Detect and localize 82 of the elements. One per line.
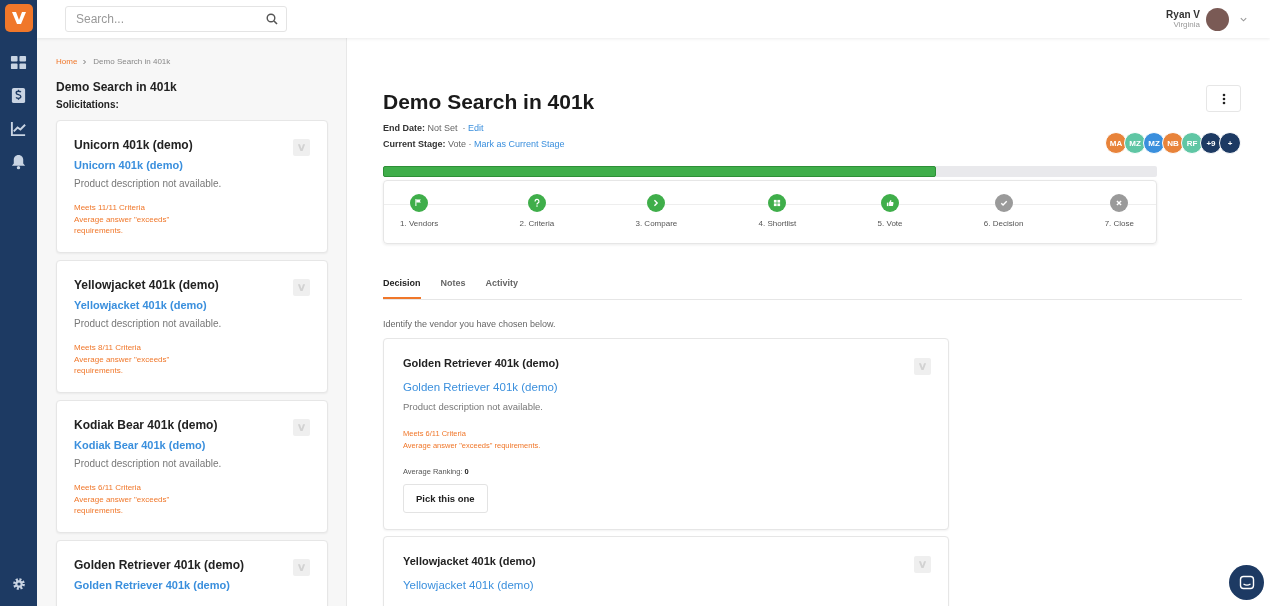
line-chart-icon[interactable] <box>10 120 27 137</box>
user-name: Ryan V <box>1166 9 1200 20</box>
dashboard-icon[interactable] <box>10 54 27 71</box>
v-logo-icon <box>918 362 927 371</box>
bell-icon[interactable] <box>10 153 27 170</box>
search-icon <box>266 13 278 25</box>
app-logo[interactable] <box>4 4 33 32</box>
answer-summary: Average answer "exceeds" requirements. <box>74 493 171 517</box>
criteria-summary: Meets 6/11 Criteria <box>74 482 142 494</box>
section-label: Solicitations: <box>56 99 120 110</box>
breadcrumb-link[interactable]: Home <box>56 57 78 66</box>
v-logo-icon <box>918 560 927 569</box>
v-logo-icon <box>297 563 306 572</box>
solicitation-card[interactable]: Yellowjacket 401k (demo) Yellowjacket 401k (demo) Product description not available. Meets 8/11 Criteria Average answer "exceeds" requirements. <box>56 260 328 393</box>
vendor-link[interactable]: Yellowjacket 401k (demo) <box>403 579 534 591</box>
vendor-link[interactable]: Golden Retriever 401k (demo) <box>403 381 558 393</box>
vendor-title: Yellowjacket 401k (demo) <box>403 555 536 567</box>
step-marker[interactable] <box>410 194 429 212</box>
step-marker[interactable] <box>768 194 787 212</box>
vendor-link[interactable]: Golden Retriever 401k (demo) <box>74 579 230 591</box>
v-logo-icon <box>297 423 306 432</box>
mark-stage-link[interactable]: Mark as Current Stage <box>474 139 565 149</box>
solicitation-card[interactable]: Golden Retriever 401k (demo) Golden Retriever 401k (demo) <box>56 540 328 606</box>
vendor-link[interactable]: Kodiak Bear 401k (demo) <box>74 439 206 451</box>
step-label: 7. Close <box>1104 219 1134 228</box>
page-title: Demo Search in 401k <box>56 80 178 94</box>
product-description: Product description not available. <box>74 318 223 329</box>
search-title: Demo Search in 401k <box>383 90 595 114</box>
solicitation-card[interactable]: Kodiak Bear 401k (demo) Kodiak Bear 401k (demo) Product description not available. Meets 6/11 Criteria Average answer "exceeds" requirements. <box>56 400 328 533</box>
kebab-menu-icon <box>1221 92 1226 105</box>
step-marker[interactable] <box>1110 194 1129 212</box>
step-marker[interactable] <box>527 194 546 212</box>
tab[interactable]: Notes <box>440 276 466 299</box>
v-logo-icon <box>297 283 306 292</box>
step-label: 4. Shortlist <box>758 219 797 228</box>
product-description: Product description not available. <box>74 458 223 469</box>
dollar-icon[interactable] <box>10 87 27 104</box>
end-date-line: End Date: Not Set · Edit <box>383 122 485 135</box>
vendor-title: Unicorn 401k (demo) <box>74 138 193 152</box>
step-label: 1. Vendors <box>400 219 439 228</box>
vendor-title: Yellowjacket 401k (demo) <box>74 278 219 292</box>
user-avatar[interactable] <box>1206 7 1229 31</box>
answer-summary: Average answer "exceeds" requirements. <box>74 213 171 237</box>
step-marker[interactable] <box>881 194 900 212</box>
chevron-right-icon <box>82 58 89 65</box>
search-field[interactable]: Search... <box>65 6 287 32</box>
edit-link[interactable]: Edit <box>468 123 484 133</box>
member-avatar[interactable]: MZ <box>1124 132 1146 154</box>
member-avatar[interactable]: MA <box>1105 132 1127 154</box>
tab[interactable]: Activity <box>485 276 519 299</box>
step-label: 3. Compare <box>635 219 678 228</box>
step-label: 6. Decision <box>983 219 1024 228</box>
member-avatar[interactable]: + <box>1219 132 1241 154</box>
product-description: Product description not available. <box>403 401 544 412</box>
step-marker[interactable] <box>994 194 1013 212</box>
step-marker[interactable] <box>647 194 666 212</box>
criteria-summary: Meets 11/11 Criteria <box>74 202 146 214</box>
member-avatar[interactable]: MZ <box>1143 132 1165 154</box>
pick-button[interactable]: Pick this one <box>403 484 488 513</box>
chat-icon <box>1238 574 1255 591</box>
instruction-text: Identify the vendor you have chosen below. <box>383 319 557 329</box>
vendor-title: Kodiak Bear 401k (demo) <box>74 418 218 432</box>
current-stage-line: Current Stage: Vote · Mark as Current Stage <box>383 138 566 151</box>
v-logo-icon <box>297 143 306 152</box>
answer-summary: Average answer "exceeds" requirements. <box>74 353 171 377</box>
member-avatar[interactable]: NB <box>1162 132 1184 154</box>
v-logo-icon <box>9 9 28 27</box>
step-label: 5. Vote <box>877 219 903 228</box>
user-location: Virginia <box>1173 20 1200 29</box>
vendor-link[interactable]: Yellowjacket 401k (demo) <box>74 299 207 311</box>
breadcrumb-current: Demo Search in 401k <box>93 57 171 66</box>
member-avatar[interactable]: +9 <box>1200 132 1222 154</box>
vendor-link[interactable]: Unicorn 401k (demo) <box>74 159 183 171</box>
vendor-title: Golden Retriever 401k (demo) <box>74 558 245 572</box>
product-description: Product description not available. <box>74 178 223 189</box>
vendor-title: Golden Retriever 401k (demo) <box>403 357 559 369</box>
member-avatar[interactable]: RF <box>1181 132 1203 154</box>
criteria-summary: Meets 8/11 Criteria <box>74 342 142 354</box>
tab[interactable]: Decision <box>383 276 421 299</box>
step-label: 2. Criteria <box>519 219 555 228</box>
settings-icon[interactable] <box>10 576 27 592</box>
solicitation-card[interactable]: Unicorn 401k (demo) Unicorn 401k (demo) Product description not available. Meets 11/11 Criteria Average answer "exceeds" requirements. <box>56 120 328 253</box>
